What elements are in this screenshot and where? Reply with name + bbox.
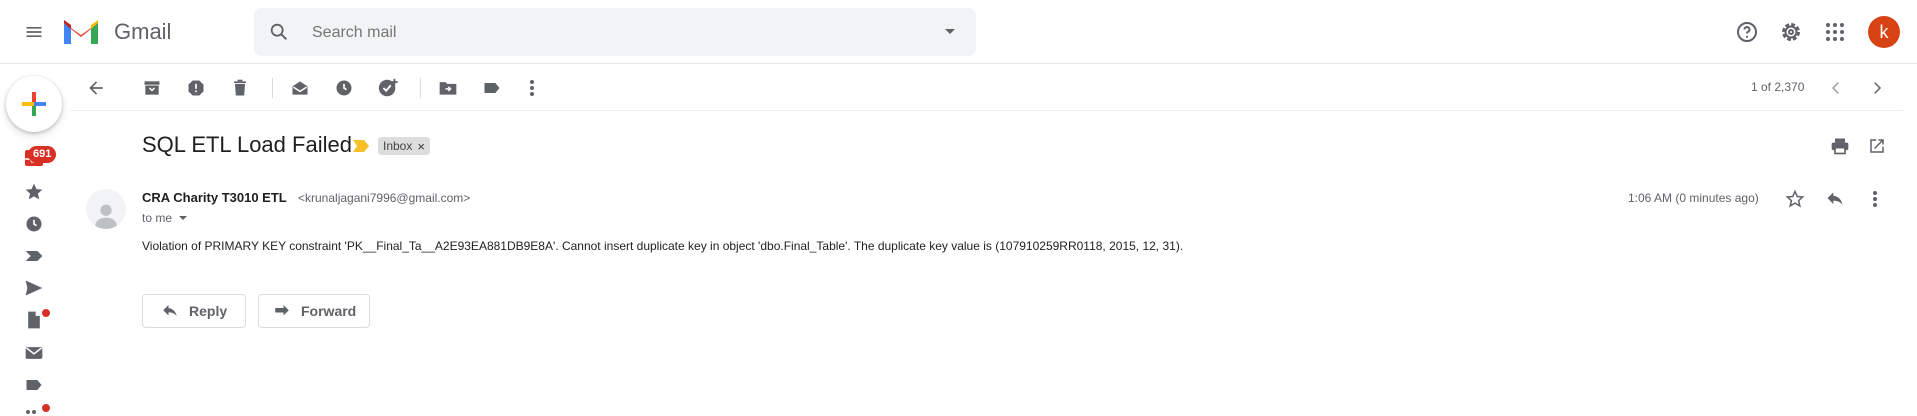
archive-icon xyxy=(144,81,160,95)
forward-icon xyxy=(275,305,289,316)
labels-button[interactable] xyxy=(472,68,512,108)
help-icon xyxy=(1737,22,1757,42)
open-new-window-button[interactable] xyxy=(1857,126,1897,166)
report-spam-button[interactable] xyxy=(176,68,216,108)
star-button[interactable] xyxy=(1775,179,1815,219)
more-icon xyxy=(26,410,36,414)
search-options-icon[interactable] xyxy=(942,25,958,39)
more-actions-button[interactable] xyxy=(512,68,552,108)
sidebar-item-important[interactable] xyxy=(24,246,44,266)
mail-icon xyxy=(25,347,43,359)
search-bar[interactable] xyxy=(254,8,976,56)
delete-button[interactable] xyxy=(220,68,260,108)
sidebar-item-all-mail[interactable] xyxy=(24,343,44,363)
sidebar-item-sent[interactable] xyxy=(24,278,44,298)
recipient-dropdown-icon[interactable] xyxy=(178,214,188,222)
chevron-right-icon xyxy=(1874,82,1882,94)
message-more-button[interactable] xyxy=(1855,179,1895,219)
draft-icon xyxy=(28,311,40,329)
sidebar-item-starred[interactable] xyxy=(24,182,44,202)
email-subject: SQL ETL Load Failed xyxy=(142,132,352,157)
gmail-logo-icon xyxy=(64,20,98,44)
reply-icon xyxy=(163,305,177,317)
move-to-folder-icon xyxy=(439,82,457,95)
inbox-unread-badge: 691 xyxy=(28,146,57,163)
send-icon xyxy=(25,280,43,296)
star-icon xyxy=(25,183,43,200)
inbox-label-text: Inbox xyxy=(383,139,413,153)
remove-label-button[interactable]: × xyxy=(417,139,425,154)
compose-button[interactable] xyxy=(6,76,62,132)
support-button[interactable] xyxy=(1727,12,1767,52)
print-all-button[interactable] xyxy=(1820,126,1860,166)
sidebar-item-snoozed[interactable] xyxy=(24,214,44,234)
reply-button[interactable]: Reply xyxy=(142,294,246,328)
avatar[interactable]: k xyxy=(1868,16,1900,48)
star-outline-icon xyxy=(1785,189,1805,208)
more-indicator-dot xyxy=(42,404,50,412)
newer-button[interactable] xyxy=(1816,68,1856,108)
search-icon[interactable] xyxy=(268,21,290,43)
arrow-back-icon xyxy=(89,81,103,95)
trash-icon xyxy=(234,79,246,96)
chevron-left-icon xyxy=(1831,82,1839,94)
important-marker-icon xyxy=(25,251,43,261)
apps-grid-icon xyxy=(1826,23,1844,41)
label-icon xyxy=(26,380,42,390)
recipient-details[interactable]: to me xyxy=(142,211,188,225)
add-to-tasks-button[interactable] xyxy=(368,68,408,108)
forward-button[interactable]: Forward xyxy=(258,294,370,328)
inbox-label-chip[interactable]: Inbox × xyxy=(378,137,430,155)
mark-unread-icon xyxy=(292,81,308,95)
importance-marker-icon[interactable] xyxy=(352,139,370,153)
sender-name[interactable]: CRA Charity T3010 ETL xyxy=(142,190,287,205)
hamburger-icon xyxy=(26,27,42,37)
move-to-button[interactable] xyxy=(428,68,468,108)
archive-button[interactable] xyxy=(132,68,172,108)
main-menu-button[interactable] xyxy=(14,12,54,52)
report-spam-icon xyxy=(188,80,204,96)
sidebar-item-label[interactable] xyxy=(24,375,44,395)
app-name: Gmail xyxy=(114,19,172,44)
sidebar-item-more[interactable] xyxy=(24,404,44,416)
search-input[interactable] xyxy=(310,20,894,46)
reply-icon-button[interactable] xyxy=(1815,179,1855,219)
avatar-initial: k xyxy=(1879,21,1889,42)
older-button[interactable] xyxy=(1857,68,1897,108)
toolbar-separator xyxy=(272,78,273,98)
compose-plus-icon xyxy=(22,92,46,116)
apps-button[interactable] xyxy=(1815,12,1855,52)
label-tag-icon xyxy=(484,83,500,93)
toolbar-separator xyxy=(420,78,421,98)
person-icon xyxy=(94,204,118,229)
gear-icon xyxy=(1782,23,1800,41)
more-vert-icon xyxy=(530,80,534,96)
pagination-text: 1 of 2,370 xyxy=(1751,80,1805,94)
snooze-clock-icon xyxy=(336,80,352,96)
back-button[interactable] xyxy=(76,68,116,108)
message-time: 1:06 AM (0 minutes ago) xyxy=(1628,191,1759,205)
add-task-icon xyxy=(378,78,398,97)
more-vert-icon xyxy=(1873,191,1877,207)
reply-button-label: Reply xyxy=(189,303,228,319)
open-in-new-icon xyxy=(1870,139,1884,153)
message-body: Violation of PRIMARY KEY constraint 'PK_… xyxy=(142,239,1184,253)
drafts-indicator-dot xyxy=(42,309,50,317)
mark-unread-button[interactable] xyxy=(280,68,320,108)
toolbar-divider xyxy=(70,110,1903,111)
forward-button-label: Forward xyxy=(301,303,357,319)
sender-avatar[interactable] xyxy=(86,189,126,229)
sidebar-item-drafts[interactable] xyxy=(24,310,44,330)
header-divider xyxy=(0,63,1917,64)
recipient-text: to me xyxy=(142,211,173,225)
sender-email[interactable]: <krunaljagani7996@gmail.com> xyxy=(298,191,470,205)
clock-icon xyxy=(26,216,42,232)
gmail-logo[interactable] xyxy=(62,16,102,46)
settings-button[interactable] xyxy=(1771,12,1811,52)
snooze-button[interactable] xyxy=(324,68,364,108)
print-icon xyxy=(1831,138,1849,155)
reply-icon xyxy=(1827,192,1843,205)
